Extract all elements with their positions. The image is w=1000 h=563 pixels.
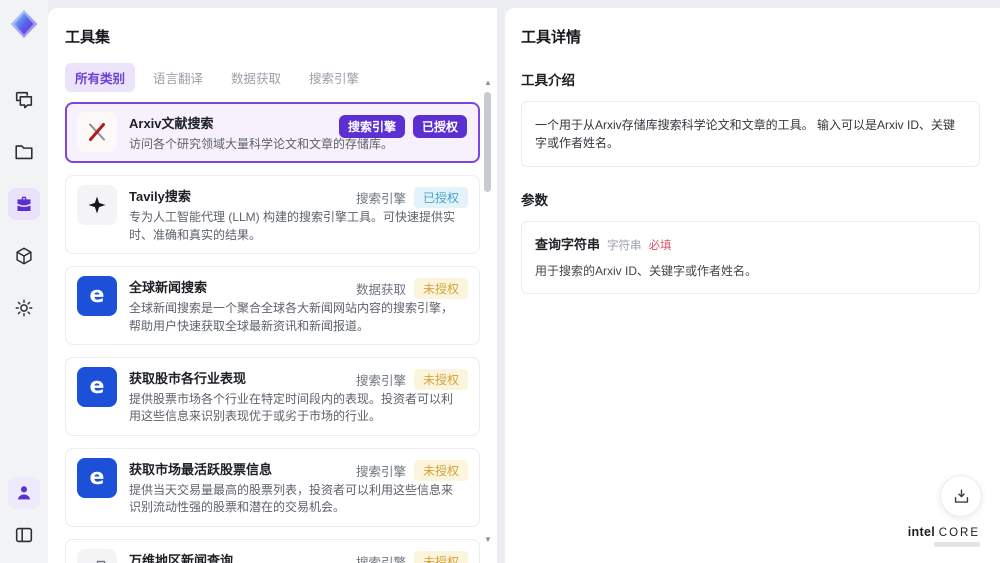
core-text: core (938, 527, 980, 539)
intro-heading: 工具介绍 (521, 73, 575, 88)
left-rail (0, 0, 48, 563)
toolset-panel: 工具集 所有类别 语言翻译 数据获取 搜索引擎 Arxiv文献搜索 访问各个研究… (48, 8, 497, 563)
cube-icon[interactable] (8, 240, 40, 272)
page-title: 工具集 (65, 29, 111, 46)
param-item: 查询字符串 字符串 必填 用于搜索的Arxiv ID、关键字或作者姓名。 (521, 221, 980, 294)
auth-status-badge: 未授权 (413, 368, 468, 390)
category-badge: 搜索引擎 (338, 115, 405, 138)
tool-badges: 搜索引擎 已授权 (338, 115, 467, 138)
download-button[interactable] (940, 475, 982, 517)
scroll-up-arrow-icon[interactable]: ▲ (482, 78, 494, 88)
list-scrollbar[interactable]: ▲ ▼ (482, 78, 494, 553)
category-label: 搜索引擎 (355, 373, 406, 388)
intel-sub-brand (934, 542, 980, 547)
param-desc: 用于搜索的Arxiv ID、关键字或作者姓名。 (535, 264, 758, 278)
building-logo-icon (77, 548, 117, 563)
tool-desc: 提供股票市场各个行业在特定时间段内的表现。投资者可以利用这些信息来识别表现优于或… (129, 391, 454, 424)
intel-core-wordmark: intel core (908, 525, 980, 539)
tool-card-arxiv[interactable]: Arxiv文献搜索 访问各个研究领域大量科学论文和文章的存储库。 搜索引擎 已授… (65, 102, 480, 164)
intro-box: 一个用于从Arxiv存储库搜索科学论文和文章的工具。 输入可以是Arxiv ID… (521, 101, 980, 167)
tool-card-global-news[interactable]: e 全球新闻搜索 全球新闻搜索是一个聚合全球各大新闻网站内容的搜索引擎，帮助用户… (65, 266, 480, 345)
category-label: 搜索引擎 (355, 192, 406, 207)
scrollbar-thumb[interactable] (484, 92, 491, 192)
toolbox-icon[interactable] (8, 188, 40, 220)
app-logo-icon (8, 8, 40, 40)
params-heading: 参数 (521, 193, 548, 208)
auth-status-badge: 未授权 (413, 550, 468, 563)
tool-card-tavily[interactable]: Tavily搜索 专为人工智能代理 (LLM) 构建的搜索引擎工具。可快速提供实… (65, 175, 480, 255)
tab-search-engine[interactable]: 搜索引擎 (299, 63, 369, 92)
news-logo-icon: e (77, 457, 117, 498)
tool-card-active-stocks[interactable]: e 获取市场最活跃股票信息 提供当天交易量最高的股票列表，投资者可以利用这些信息… (65, 447, 480, 527)
tool-desc: 专为人工智能代理 (LLM) 构建的搜索引擎工具。可快速提供实时、准确和真实的结… (129, 210, 456, 242)
tool-badges: 搜索引擎 未授权 (355, 550, 468, 563)
news-logo-icon: e (77, 366, 117, 407)
category-label: 搜索引擎 (355, 555, 406, 563)
tool-badges: 搜索引擎 未授权 (355, 459, 468, 481)
arxiv-logo-icon (77, 112, 117, 152)
param-name: 查询字符串 (535, 237, 601, 252)
tab-data-fetch[interactable]: 数据获取 (221, 63, 291, 92)
tool-desc: 提供当天交易量最高的股票列表，投资者可以利用这些信息来识别流动性强的股票和潜在的… (129, 482, 454, 515)
detail-title: 工具详情 (521, 29, 582, 46)
tool-desc: 访问各个研究领域大量科学论文和文章的存储库。 (129, 137, 394, 151)
panel-toggle-icon[interactable] (8, 519, 40, 551)
param-required-flag: 必填 (648, 240, 672, 252)
intel-text: intel (907, 525, 935, 539)
settings-gear-icon[interactable] (8, 292, 40, 324)
scroll-down-arrow-icon[interactable]: ▼ (482, 535, 494, 545)
tab-all-categories[interactable]: 所有类别 (65, 63, 136, 92)
news-logo-glyph: e (89, 464, 105, 490)
auth-status-badge: 未授权 (413, 459, 468, 481)
tool-card-regional-news[interactable]: 万维地区新闻查询 查询具体行政区划内的新闻，快速了解各地新闻动 搜索引擎 未授权 (65, 538, 480, 563)
intel-core-logo: intel core (908, 525, 980, 547)
tool-card-stock-sectors[interactable]: e 获取股市各行业表现 提供股票市场各个行业在特定时间段内的表现。投资者可以利用… (65, 356, 480, 436)
param-head: 查询字符串 字符串 必填 (535, 234, 966, 253)
auth-status-badge: 未授权 (413, 278, 468, 300)
folder-icon[interactable] (8, 136, 40, 168)
sparkle-logo-icon (77, 185, 117, 226)
tool-desc: 全球新闻搜索是一个聚合全球各大新闻网站内容的搜索引擎，帮助用户快速获取全球最新资… (129, 301, 454, 333)
param-type: 字符串 (607, 240, 642, 252)
auth-status-badge: 已授权 (413, 187, 468, 209)
tool-badges: 搜索引擎 已授权 (355, 187, 468, 209)
user-icon[interactable] (8, 477, 40, 509)
auth-status-badge: 已授权 (412, 115, 467, 138)
tool-badges: 搜索引擎 未授权 (355, 368, 468, 390)
chat-icon[interactable] (8, 84, 40, 116)
news-logo-icon: e (77, 276, 117, 317)
rail-nav (8, 84, 40, 324)
news-logo-glyph: e (89, 283, 105, 309)
tool-list: Arxiv文献搜索 访问各个研究领域大量科学论文和文章的存储库。 搜索引擎 已授… (65, 102, 480, 563)
category-tabs: 所有类别 语言翻译 数据获取 搜索引擎 (65, 63, 481, 92)
tab-language-translation[interactable]: 语言翻译 (143, 63, 213, 92)
category-label: 数据获取 (355, 283, 406, 298)
tool-detail-panel: 工具详情 工具介绍 一个用于从Arxiv存储库搜索科学论文和文章的工具。 输入可… (505, 8, 1000, 563)
news-logo-glyph: e (89, 373, 105, 399)
category-label: 搜索引擎 (355, 464, 406, 479)
rail-bottom (8, 477, 40, 563)
tool-badges: 数据获取 未授权 (355, 278, 468, 300)
